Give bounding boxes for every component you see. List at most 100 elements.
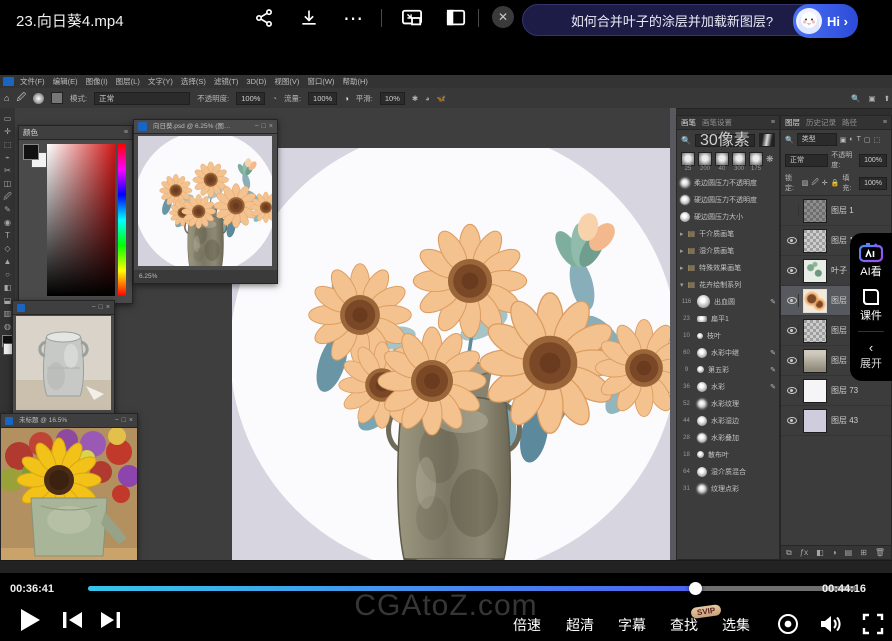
menu-image[interactable]: 图像(I) bbox=[86, 76, 108, 88]
brush-folder[interactable]: ▾▤花卉绘制系列 bbox=[677, 276, 779, 293]
brush-item[interactable]: 52水彩纹理 bbox=[677, 395, 779, 412]
opacity-value[interactable]: 100% bbox=[236, 92, 265, 105]
download-icon[interactable] bbox=[297, 6, 321, 30]
menu-type[interactable]: 文字(Y) bbox=[148, 76, 173, 88]
brush-item[interactable]: 64湿介质混合 bbox=[677, 463, 779, 480]
subtitles-button[interactable]: 字幕 bbox=[618, 615, 646, 635]
artwork-canvas[interactable] bbox=[232, 148, 672, 560]
stroke-preview-icon[interactable] bbox=[759, 133, 775, 147]
pressure-opacity-icon[interactable]: ◔ bbox=[272, 94, 277, 103]
mode-select[interactable]: 正常 bbox=[94, 92, 190, 105]
brush-folder[interactable]: ▸▤特殊效果画笔 bbox=[677, 259, 779, 276]
menu-select[interactable]: 选择(S) bbox=[181, 76, 206, 88]
new-group-icon[interactable]: ▤ bbox=[845, 548, 853, 557]
expand-button[interactable]: ‹ 展开 bbox=[860, 340, 882, 371]
gear-icon[interactable]: ✱ bbox=[412, 94, 418, 103]
brush-item[interactable]: 28水彩叠加 bbox=[677, 429, 779, 446]
filter-shape-icon[interactable]: ▢ bbox=[864, 136, 871, 144]
adjustment-icon[interactable]: ◑ bbox=[832, 548, 837, 557]
maximize-icon[interactable]: □ bbox=[122, 417, 126, 424]
menu-view[interactable]: 视图(V) bbox=[274, 76, 299, 88]
courseware-button[interactable]: 课件 bbox=[860, 287, 882, 323]
menu-filter[interactable]: 滤镜(T) bbox=[214, 76, 239, 88]
toggle-panel-icon[interactable] bbox=[51, 92, 63, 104]
episodes-button[interactable]: 选集 bbox=[722, 615, 750, 635]
foreground-color-swatch[interactable] bbox=[23, 144, 39, 160]
brush-item[interactable]: 116出血圆✎ bbox=[677, 293, 779, 310]
close-icon[interactable]: × bbox=[129, 417, 133, 424]
pressure-size-icon[interactable]: ◕ bbox=[425, 94, 430, 103]
mini-doc-window[interactable]: 向日葵.psd @ 6.25% (图… − □ × 6.25% bbox=[133, 119, 278, 284]
share-icon[interactable] bbox=[252, 6, 276, 30]
brush-preset-icon[interactable] bbox=[33, 93, 44, 104]
filter-kind-select[interactable]: 类型 bbox=[797, 133, 837, 146]
brush-item[interactable]: 31纹理点彩 bbox=[677, 480, 779, 497]
minimize-icon[interactable]: − bbox=[92, 304, 96, 311]
layer-fx-icon[interactable]: ƒx bbox=[800, 548, 808, 557]
close-icon[interactable]: ✕ bbox=[492, 6, 514, 28]
hue-slider[interactable] bbox=[118, 144, 126, 296]
brush-item[interactable]: 柔边圆压力不透明度 bbox=[677, 174, 779, 191]
record-ring-icon[interactable] bbox=[777, 613, 799, 635]
minimize-icon[interactable]: − bbox=[115, 417, 119, 424]
workspace-icon[interactable]: ▣ bbox=[869, 94, 876, 103]
filter-adjust-icon[interactable]: ◐ bbox=[849, 136, 853, 143]
miniplayer-icon[interactable] bbox=[444, 6, 468, 30]
link-layers-icon[interactable]: ⧉ bbox=[786, 548, 792, 558]
tab-paths[interactable]: 路径 bbox=[842, 117, 857, 128]
progress-handle[interactable] bbox=[689, 582, 702, 595]
filter-pixel-icon[interactable]: ▣ bbox=[840, 136, 847, 144]
brush-item[interactable]: 10枝叶 bbox=[677, 327, 779, 344]
home-icon[interactable]: ⌂ bbox=[4, 93, 9, 103]
menu-edit[interactable]: 编辑(E) bbox=[53, 76, 78, 88]
search-icon[interactable]: 🔍 bbox=[851, 94, 860, 103]
close-icon[interactable]: × bbox=[269, 123, 273, 130]
fullscreen-icon[interactable] bbox=[862, 613, 884, 635]
reference-window-bouquet[interactable]: 未标题 @ 16.5% − □ × bbox=[0, 413, 138, 567]
brush-item[interactable]: 60水彩中继✎ bbox=[677, 344, 779, 361]
next-episode-button[interactable] bbox=[100, 611, 121, 629]
brush-item[interactable]: 硬边圆压力不透明度 bbox=[677, 191, 779, 208]
brush-tool-icon[interactable]: 🖉 bbox=[16, 90, 26, 106]
minimize-icon[interactable]: − bbox=[255, 123, 259, 130]
brush-item[interactable]: 硬边圆压力大小 bbox=[677, 208, 779, 225]
panel-menu-icon[interactable]: ≡ bbox=[771, 119, 775, 126]
brush-preview-row[interactable]: 25 200 40 300 175 ❋ bbox=[677, 150, 779, 174]
lock-brush-icon[interactable]: 🖉 bbox=[811, 178, 818, 189]
close-icon[interactable]: × bbox=[106, 304, 110, 311]
airbrush-icon[interactable]: ◑ bbox=[344, 94, 349, 103]
layer-row[interactable]: 图层 43 bbox=[781, 406, 891, 436]
menu-file[interactable]: 文件(F) bbox=[20, 76, 45, 88]
flow-value[interactable]: 100% bbox=[308, 92, 337, 105]
progress-track[interactable] bbox=[88, 586, 856, 591]
panel-menu-icon[interactable]: ≡ bbox=[883, 119, 887, 126]
menu-window[interactable]: 窗口(W) bbox=[307, 76, 334, 88]
brush-item[interactable]: 44水彩湿边 bbox=[677, 412, 779, 429]
smooth-value[interactable]: 10% bbox=[380, 92, 405, 105]
menu-help[interactable]: 帮助(H) bbox=[343, 76, 368, 88]
mini-doc-zoom[interactable]: 6.25% bbox=[139, 271, 157, 283]
symmetry-icon[interactable]: 🦋 bbox=[437, 94, 446, 103]
search-icon[interactable]: 🔍 bbox=[785, 136, 794, 144]
brush-item[interactable]: 9第五彩✎ bbox=[677, 361, 779, 378]
fill-value[interactable]: 100% bbox=[859, 177, 887, 190]
ai-watch-button[interactable]: AI看 bbox=[859, 243, 883, 279]
opacity-value[interactable]: 100% bbox=[859, 154, 887, 167]
pip-icon[interactable] bbox=[400, 6, 424, 30]
layer-mask-icon[interactable]: ◧ bbox=[816, 548, 824, 557]
ai-question-pill[interactable]: 如何合并叶子的涂层并加载新图层? bbox=[522, 4, 822, 36]
brush-item[interactable]: 36水彩✎ bbox=[677, 378, 779, 395]
menu-layer[interactable]: 图层(L) bbox=[116, 76, 140, 88]
menu-3d[interactable]: 3D(D) bbox=[246, 76, 266, 88]
blend-mode-select[interactable]: 正常 bbox=[785, 154, 828, 167]
play-button[interactable] bbox=[18, 607, 42, 633]
maximize-icon[interactable]: □ bbox=[262, 123, 266, 130]
tab-brushes[interactable]: 画笔 bbox=[681, 117, 696, 128]
search-icon[interactable]: 🔍 bbox=[681, 136, 691, 145]
filter-type-icon[interactable]: T bbox=[857, 136, 861, 143]
delete-layer-icon[interactable]: 🗑 bbox=[875, 548, 885, 557]
maximize-icon[interactable]: □ bbox=[99, 304, 103, 311]
previous-episode-button[interactable] bbox=[62, 611, 83, 629]
volume-icon[interactable] bbox=[818, 613, 842, 635]
new-layer-icon[interactable]: ⊞ bbox=[860, 548, 867, 557]
